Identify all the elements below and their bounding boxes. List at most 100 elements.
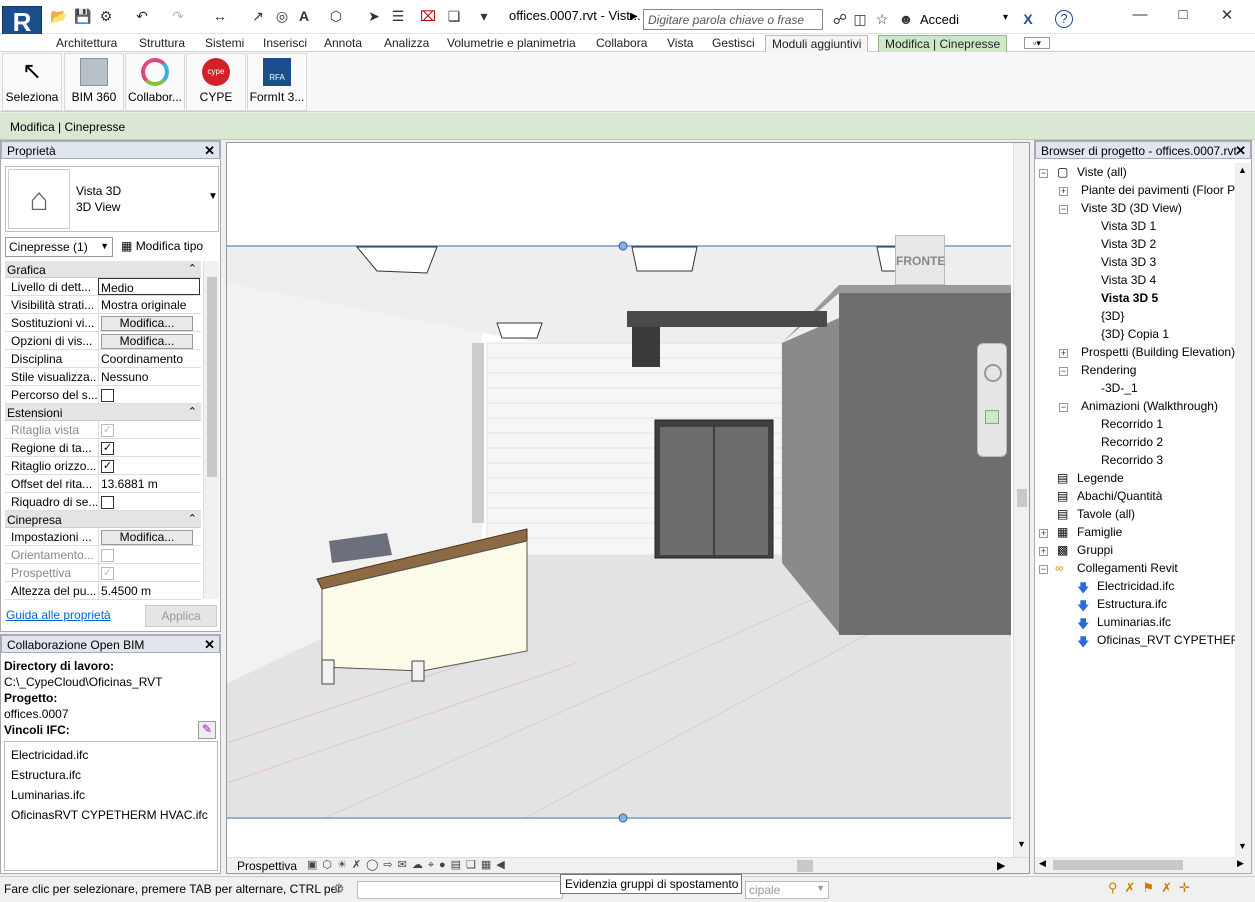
section-estensioni[interactable]: Estensioni ⌃ xyxy=(5,404,201,421)
measure-icon[interactable]: ↔ xyxy=(212,8,228,24)
tree-item-render1[interactable]: -3D-_1 xyxy=(1101,381,1138,395)
navigation-bar[interactable] xyxy=(977,343,1007,457)
ribbon-minimize-icon[interactable]: ▫▾ xyxy=(1024,37,1050,49)
tab-architettura[interactable]: Architettura xyxy=(50,35,123,52)
favorites-star-icon[interactable]: ☆ xyxy=(874,11,890,27)
signin-dropdown-icon[interactable]: ▾ xyxy=(1003,12,1008,23)
detail-level-field[interactable]: Medio xyxy=(98,278,200,295)
section-box-checkbox[interactable] xyxy=(101,496,114,510)
design-option-select[interactable]: cipale ▼ xyxy=(745,881,829,899)
tab-inserisci[interactable]: Inserisci xyxy=(257,35,313,52)
view-toolbar-icons[interactable]: ▣⬡☀✗◯⇨✉☁⌖●▤❏▦◀ xyxy=(307,858,510,872)
redo-icon[interactable]: ↷ xyxy=(170,8,186,24)
sun-path-checkbox[interactable] xyxy=(101,389,114,403)
properties-scrollbar[interactable] xyxy=(203,261,219,599)
tag-icon[interactable]: ◎ xyxy=(274,8,290,24)
row-value[interactable]: Mostra originale xyxy=(98,296,200,313)
tab-sistemi[interactable]: Sistemi xyxy=(199,35,250,52)
collapse-icon[interactable]: − xyxy=(1059,403,1068,412)
tree-item-animazioni[interactable]: Animazioni (Walkthrough) xyxy=(1081,399,1218,413)
edit-type-button[interactable]: ▦ Modifica tipo xyxy=(119,237,217,257)
user-icon[interactable]: ☻ xyxy=(898,11,914,27)
search-input[interactable]: Digitare parola chiave o frase xyxy=(643,9,823,30)
instance-filter-select[interactable]: Cinepresse (1) ▼ xyxy=(5,237,113,257)
3d-viewport[interactable]: — ❐ ✕ xyxy=(226,142,1030,874)
tree-item-vista2[interactable]: Vista 3D 2 xyxy=(1101,237,1156,251)
exchange-apps-icon[interactable]: X xyxy=(1020,11,1036,27)
thin-lines-icon[interactable]: ☰ xyxy=(390,8,406,24)
maximize-button[interactable]: □ xyxy=(1168,6,1198,26)
close-icon[interactable]: ✕ xyxy=(204,143,215,159)
tree-item-3d-copy[interactable]: {3D} Copia 1 xyxy=(1101,327,1169,341)
display-options-edit-button[interactable]: Modifica... xyxy=(101,334,193,349)
collapse-icon[interactable]: − xyxy=(1059,367,1068,376)
tree-item-legende[interactable]: Legende xyxy=(1077,471,1124,485)
properties-help-link[interactable]: Guida alle proprietà xyxy=(6,608,111,622)
tree-item-link3[interactable]: Luminarias.ifc xyxy=(1097,615,1171,629)
collapse-icon[interactable]: − xyxy=(1039,169,1048,178)
tree-item-viste3d[interactable]: Viste 3D (3D View) xyxy=(1081,201,1182,215)
save-icon[interactable]: 💾 xyxy=(74,8,91,24)
list-item[interactable]: Estructura.ifc xyxy=(11,768,81,782)
type-selector[interactable]: ⌂ Vista 3D 3D View ▼ xyxy=(5,166,219,232)
tab-vista[interactable]: Vista xyxy=(661,35,699,52)
close-hidden-icon[interactable]: ⌧ xyxy=(420,8,436,24)
text-icon[interactable]: A xyxy=(296,8,312,24)
far-clip-checkbox[interactable]: ✓ xyxy=(101,460,114,474)
tree-item-link1[interactable]: Electricidad.ifc xyxy=(1097,579,1174,593)
close-icon[interactable]: ✕ xyxy=(204,637,215,653)
tree-item-piante[interactable]: Piante dei pavimenti (Floor Plan xyxy=(1081,183,1235,197)
sync-icon[interactable]: ⚙ xyxy=(98,8,114,24)
row-value[interactable]: 5.4500 m xyxy=(98,582,200,599)
horizontal-scrollbar-thumb[interactable] xyxy=(797,860,813,872)
tree-item-vista4[interactable]: Vista 3D 4 xyxy=(1101,273,1156,287)
browser-vertical-scrollbar[interactable]: ▲ ▼ xyxy=(1235,163,1251,859)
apply-button[interactable]: Applica xyxy=(145,605,217,627)
close-icon[interactable]: ✕ xyxy=(1235,143,1246,159)
list-item[interactable]: Luminarias.ifc xyxy=(11,788,85,802)
formit-button[interactable]: RFA FormIt 3... xyxy=(247,53,307,111)
steering-wheel-icon[interactable] xyxy=(984,364,1002,382)
tree-item-link4[interactable]: Oficinas_RVT CYPETHERM HV xyxy=(1097,633,1235,647)
scroll-right-icon[interactable]: ▶ xyxy=(997,859,1005,872)
tab-struttura[interactable]: Struttura xyxy=(133,35,191,52)
section-icon[interactable]: ➤ xyxy=(366,8,382,24)
minimize-button[interactable]: — xyxy=(1125,6,1155,26)
open-icon[interactable]: 📂 xyxy=(50,8,67,24)
tree-item-prospetti[interactable]: Prospetti (Building Elevation) xyxy=(1081,345,1235,359)
section-cinepresa[interactable]: Cinepresa ⌃ xyxy=(5,511,201,528)
tree-item-famiglie[interactable]: Famiglie xyxy=(1077,525,1122,539)
tab-annota[interactable]: Annota xyxy=(318,35,368,52)
crop-region-checkbox[interactable]: ✓ xyxy=(101,442,114,456)
revit-app-menu-button[interactable]: R xyxy=(2,6,42,37)
browser-horizontal-scrollbar[interactable]: ◀ ▶ xyxy=(1035,857,1251,873)
expand-icon[interactable]: + xyxy=(1039,529,1048,538)
expand-icon[interactable]: + xyxy=(1059,349,1068,358)
tree-item-3d[interactable]: {3D} xyxy=(1101,309,1124,323)
collapse-icon[interactable]: − xyxy=(1039,565,1048,574)
tab-collabora[interactable]: Collabora xyxy=(590,35,653,52)
row-value[interactable]: Nessuno xyxy=(98,368,200,385)
tab-moduli-aggiuntivi[interactable]: Moduli aggiuntivi xyxy=(765,35,869,52)
link-settings-icon[interactable]: ✎ xyxy=(198,721,216,739)
tab-modifica-cinepresse[interactable]: Modifica | Cinepresse xyxy=(878,35,1008,52)
tree-item-rendering[interactable]: Rendering xyxy=(1081,363,1136,377)
selection-filter-icons[interactable]: ⚲✗⚑✗✛ xyxy=(1108,880,1197,896)
worksets-icon[interactable]: ⚙ xyxy=(333,881,345,897)
tree-item-tavole[interactable]: Tavole (all) xyxy=(1077,507,1135,521)
section-grafica[interactable]: Grafica ⌃ xyxy=(5,261,201,278)
collaborate-button[interactable]: Collabor... xyxy=(125,53,185,111)
zoom-icon[interactable] xyxy=(985,410,999,424)
tree-item-vista1[interactable]: Vista 3D 1 xyxy=(1101,219,1156,233)
tree-item-recorrido2[interactable]: Recorrido 2 xyxy=(1101,435,1163,449)
dimension-icon[interactable]: ↗ xyxy=(250,8,266,24)
tree-item-viste[interactable]: Viste (all) xyxy=(1077,165,1127,179)
undo-icon[interactable]: ↶ xyxy=(134,8,150,24)
tree-item-recorrido1[interactable]: Recorrido 1 xyxy=(1101,417,1163,431)
row-value[interactable]: 13.6881 m xyxy=(98,475,200,492)
binoculars-icon[interactable]: ☍ xyxy=(832,11,848,27)
row-value[interactable]: Coordinamento xyxy=(98,350,200,367)
expand-icon[interactable]: + xyxy=(1059,187,1068,196)
subscription-icon[interactable]: ◫ xyxy=(852,11,868,27)
select-button[interactable]: ↖ Seleziona xyxy=(2,53,62,111)
